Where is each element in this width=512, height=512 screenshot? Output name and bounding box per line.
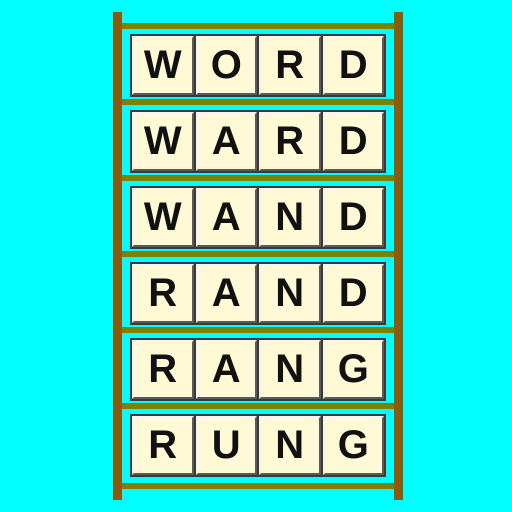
letter-tile[interactable]: N bbox=[259, 340, 321, 399]
letter-tile[interactable]: G bbox=[322, 416, 384, 475]
ladder-rail bbox=[122, 175, 394, 181]
letter-tile[interactable]: A bbox=[195, 112, 257, 171]
letter-tile[interactable]: G bbox=[322, 340, 384, 399]
letter-tile[interactable]: R bbox=[132, 416, 194, 475]
letter-tile[interactable]: A bbox=[195, 264, 257, 323]
letter-tile[interactable]: O bbox=[195, 36, 257, 95]
letter-tile[interactable]: W bbox=[132, 188, 194, 247]
letter-tile[interactable]: W bbox=[132, 112, 194, 171]
ladder-rail bbox=[122, 251, 394, 257]
letter-tile[interactable]: R bbox=[132, 264, 194, 323]
letter-tile[interactable]: A bbox=[195, 188, 257, 247]
ladder-rail bbox=[122, 327, 394, 333]
letter-tile[interactable]: N bbox=[259, 188, 321, 247]
letter-tile[interactable]: N bbox=[259, 264, 321, 323]
letter-tile[interactable]: A bbox=[195, 340, 257, 399]
word-row: WARD bbox=[130, 110, 386, 173]
word-row: WAND bbox=[130, 186, 386, 249]
letter-tile[interactable]: D bbox=[322, 264, 384, 323]
letter-tile[interactable]: R bbox=[132, 340, 194, 399]
word-row: RANG bbox=[130, 338, 386, 401]
ladder-rail bbox=[122, 403, 394, 409]
letter-tile[interactable]: N bbox=[259, 416, 321, 475]
letter-tile[interactable]: R bbox=[259, 112, 321, 171]
ladder-left-post bbox=[113, 12, 122, 500]
ladder-rail bbox=[122, 483, 394, 489]
word-row: WORD bbox=[130, 34, 386, 97]
ladder-right-post bbox=[394, 12, 403, 500]
ladder-rail bbox=[122, 23, 394, 29]
letter-tile[interactable]: R bbox=[259, 36, 321, 95]
ladder-rail bbox=[122, 99, 394, 105]
letter-tile[interactable]: D bbox=[322, 36, 384, 95]
word-row: RUNG bbox=[130, 414, 386, 477]
letter-tile[interactable]: D bbox=[322, 112, 384, 171]
word-row: RAND bbox=[130, 262, 386, 325]
word-ladder-board: WORDWARDWANDRANDRANGRUNG bbox=[0, 0, 512, 512]
letter-tile[interactable]: U bbox=[195, 416, 257, 475]
letter-tile[interactable]: W bbox=[132, 36, 194, 95]
letter-tile[interactable]: D bbox=[322, 188, 384, 247]
